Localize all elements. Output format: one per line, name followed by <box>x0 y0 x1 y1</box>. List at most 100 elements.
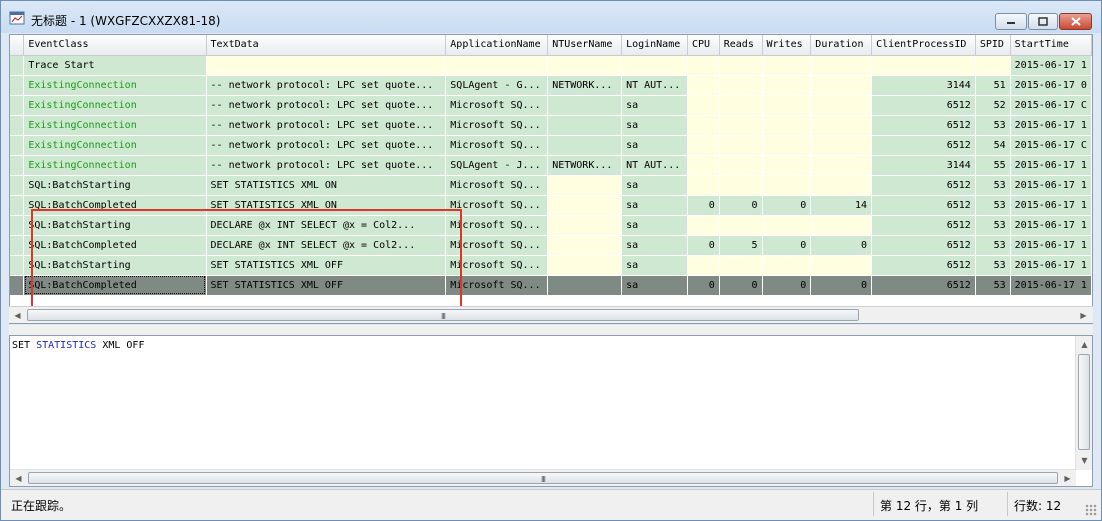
cell-spid: 53 <box>975 235 1011 256</box>
table-row[interactable]: ExistingConnection -- network protocol: L… <box>10 115 1092 136</box>
scroll-right-icon[interactable]: ▶ <box>1075 307 1092 323</box>
cell-loginname: sa <box>621 175 688 196</box>
table-row[interactable]: SQL:BatchStarting SET STATISTICS XML OFF M… <box>10 255 1092 276</box>
row-header[interactable] <box>10 215 25 236</box>
cell-textdata: DECLARE @x INT SELECT @x = Col2... <box>206 235 447 256</box>
row-header[interactable] <box>10 75 25 96</box>
cell-ntusername: NETWORK... <box>547 75 623 96</box>
maximize-button[interactable] <box>1028 13 1058 30</box>
column-header-cpu[interactable]: CPU <box>687 35 720 56</box>
minimize-icon <box>1007 21 1015 24</box>
row-header[interactable] <box>10 275 25 296</box>
table-row[interactable]: Trace Start 2015-06-17 1 <box>10 55 1092 76</box>
column-header-eventclass[interactable]: EventClass <box>23 35 207 56</box>
text-scroll-right-icon[interactable]: ▶ <box>1059 470 1076 486</box>
table-row[interactable]: SQL:BatchStarting SET STATISTICS XML ON Mi… <box>10 175 1092 196</box>
cell-loginname: sa <box>621 135 688 156</box>
minimize-button[interactable] <box>995 13 1027 30</box>
maximize-icon <box>1038 17 1048 26</box>
sql-text[interactable]: SET STATISTICS XML OFF <box>12 340 144 351</box>
table-header-row: EventClass TextData ApplicationName NTUserN… <box>10 35 1092 56</box>
cell-textdata: -- network protocol: LPC set quote... <box>206 75 447 96</box>
table-row[interactable]: ExistingConnection -- network protocol: L… <box>10 95 1092 116</box>
trace-grid[interactable]: EventClass TextData ApplicationName NTUserN… <box>9 34 1093 324</box>
title-bar[interactable]: 无标题 - 1 (WXGFZCXXZX81-18) <box>1 1 1101 33</box>
row-header[interactable] <box>10 175 25 196</box>
row-header[interactable] <box>10 195 25 216</box>
cell-duration <box>810 115 873 136</box>
row-header[interactable] <box>10 95 25 116</box>
pane-splitter[interactable] <box>9 325 1093 335</box>
cell-textdata: -- network protocol: LPC set quote... <box>206 95 447 116</box>
cell-loginname: sa <box>621 215 688 236</box>
status-message: 正在跟踪。 <box>11 499 72 513</box>
cell-spid: 53 <box>975 275 1011 296</box>
status-bar: 正在跟踪。 第 12 行，第 1 列 行数: 12 <box>1 489 1101 520</box>
trace-events-table[interactable]: EventClass TextData ApplicationName NTUserN… <box>10 35 1092 296</box>
cell-cpu <box>687 175 720 196</box>
table-row[interactable]: SQL:BatchCompleted DECLARE @x INT SELECT … <box>10 235 1092 256</box>
status-row-count: 行数: 12 <box>1007 492 1075 516</box>
cell-ntusername <box>547 115 623 136</box>
text-scroll-left-icon[interactable]: ◀ <box>10 470 27 486</box>
column-header-ntusername[interactable]: NTUserName <box>547 35 623 56</box>
column-header-applicationname[interactable]: ApplicationName <box>445 35 549 56</box>
cell-duration <box>810 95 873 116</box>
cell-spid: 53 <box>975 175 1011 196</box>
cell-duration: 0 <box>810 275 873 296</box>
window-title: 无标题 - 1 (WXGFZCXXZX81-18) <box>31 14 221 28</box>
table-row[interactable]: ExistingConnection -- network protocol: L… <box>10 75 1092 96</box>
cell-applicationname: Microsoft SQ... <box>445 275 549 296</box>
table-row[interactable]: SQL:BatchStarting DECLARE @x INT SELECT @… <box>10 215 1092 236</box>
cell-spid: 52 <box>975 95 1011 116</box>
cell-eventclass: ExistingConnection <box>23 155 207 176</box>
column-header-starttime[interactable]: StartTime <box>1010 35 1092 56</box>
cell-applicationname: SQLAgent - J... <box>445 155 549 176</box>
column-header-reads[interactable]: Reads <box>719 35 763 56</box>
cell-starttime: 2015-06-17 1 <box>1010 115 1092 136</box>
text-vscroll-thumb[interactable] <box>1078 354 1090 450</box>
scroll-left-icon[interactable]: ◀ <box>9 307 26 323</box>
scroll-down-icon[interactable]: ▼ <box>1076 452 1093 468</box>
scroll-up-icon[interactable]: ▲ <box>1076 336 1093 352</box>
cell-cpu <box>687 255 720 276</box>
cell-starttime: 2015-06-17 1 <box>1010 175 1092 196</box>
table-row[interactable]: ExistingConnection -- network protocol: L… <box>10 135 1092 156</box>
profiler-window: 无标题 - 1 (WXGFZCXXZX81-18) EventClass Tex… <box>0 0 1102 521</box>
row-header[interactable] <box>10 135 25 156</box>
cell-textdata: -- network protocol: LPC set quote... <box>206 135 447 156</box>
cell-ntusername <box>547 215 623 236</box>
text-vertical-scrollbar[interactable]: ▲ ▼ <box>1075 336 1092 470</box>
row-header[interactable] <box>10 55 25 76</box>
table-row[interactable]: SQL:BatchCompleted SET STATISTICS XML ON M… <box>10 195 1092 216</box>
grid-horizontal-scrollbar[interactable]: ◀ III ▶ <box>9 306 1093 323</box>
resize-grip-icon[interactable] <box>1085 504 1097 516</box>
cell-textdata: SET STATISTICS XML ON <box>206 195 447 216</box>
close-button[interactable] <box>1059 13 1092 30</box>
cell-writes <box>762 135 812 156</box>
column-header-spid[interactable]: SPID <box>975 35 1011 56</box>
cell-applicationname: SQLAgent - G... <box>445 75 549 96</box>
table-row[interactable]: SQL:BatchCompleted SET STATISTICS XML OFF… <box>10 275 1092 296</box>
column-header-clientprocessid[interactable]: ClientProcessID <box>871 35 976 56</box>
text-horizontal-scrollbar[interactable]: ◀ III ▶ <box>10 469 1076 486</box>
column-header-duration[interactable]: Duration <box>810 35 873 56</box>
cell-eventclass: SQL:BatchStarting <box>23 255 207 276</box>
table-row[interactable]: ExistingConnection -- network protocol: L… <box>10 155 1092 176</box>
row-header[interactable] <box>10 115 25 136</box>
row-header[interactable] <box>10 235 25 256</box>
cell-duration: 14 <box>810 195 873 216</box>
grid-scroll-thumb[interactable]: III <box>27 309 859 321</box>
cell-starttime: 2015-06-17 C <box>1010 95 1092 116</box>
row-header[interactable] <box>10 255 25 276</box>
column-header-writes[interactable]: Writes <box>762 35 812 56</box>
row-header[interactable] <box>10 155 25 176</box>
cell-duration <box>810 55 873 76</box>
cell-ntusername <box>547 55 623 76</box>
text-hscroll-thumb[interactable]: III <box>28 472 1058 484</box>
cell-loginname: sa <box>621 255 688 276</box>
column-header-loginname[interactable]: LoginName <box>621 35 688 56</box>
event-text-pane[interactable]: SET STATISTICS XML OFF ▲ ▼ ◀ III ▶ <box>9 335 1093 487</box>
cell-cpu <box>687 55 720 76</box>
column-header-textdata[interactable]: TextData <box>206 35 447 56</box>
